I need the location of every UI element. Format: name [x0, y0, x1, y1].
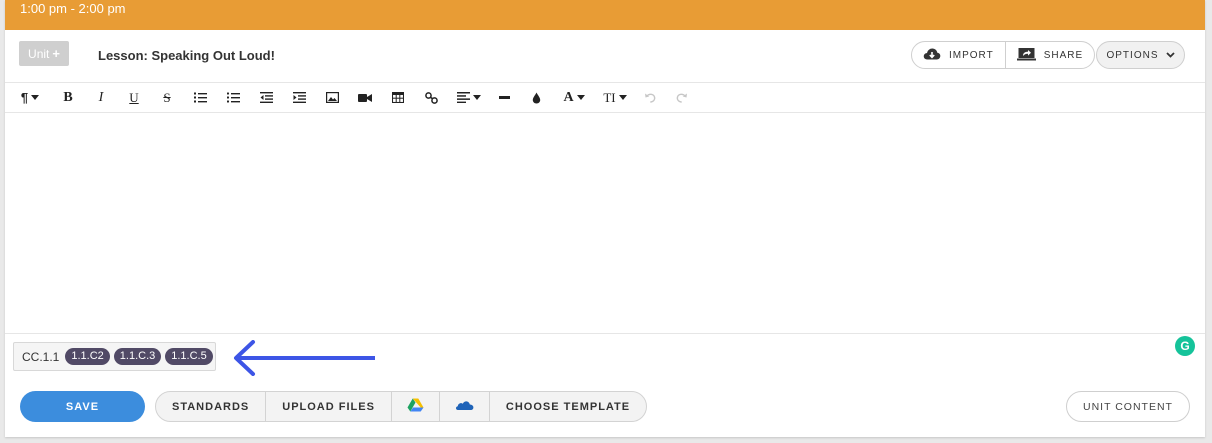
- undo-icon[interactable]: [643, 89, 657, 106]
- standard-chip[interactable]: 1.1.C.5: [165, 348, 213, 365]
- choose-template-button[interactable]: CHOOSE TEMPLATE: [488, 392, 646, 421]
- strikethrough-icon[interactable]: S: [160, 89, 174, 106]
- align-icon[interactable]: [455, 89, 483, 106]
- bold-icon[interactable]: B: [61, 89, 75, 106]
- options-label: OPTIONS: [1106, 49, 1159, 61]
- add-unit-button[interactable]: Unit +: [19, 41, 69, 66]
- editor-toolbar: ¶ B I U S A TI: [5, 83, 1205, 112]
- google-drive-button[interactable]: [390, 392, 439, 421]
- save-button[interactable]: SAVE: [20, 391, 145, 422]
- indent-icon[interactable]: [292, 89, 306, 106]
- table-icon[interactable]: [391, 89, 405, 106]
- upload-files-button[interactable]: UPLOAD FILES: [265, 392, 391, 421]
- time-bar: 1:00 pm - 2:00 pm: [5, 0, 1205, 30]
- font-size-icon[interactable]: TI: [601, 89, 629, 106]
- cloud-download-icon: [923, 47, 941, 64]
- standards-tags: CC.1.1 1.1.C2 1.1.C.3 1.1.C.5: [13, 342, 216, 371]
- lesson-card: 1:00 pm - 2:00 pm Unit + Lesson: Speakin…: [5, 0, 1205, 437]
- annotation-arrow: [234, 340, 375, 376]
- font-family-icon[interactable]: A: [561, 89, 587, 106]
- import-button[interactable]: IMPORT: [912, 42, 1005, 68]
- unit-content-button[interactable]: UNIT CONTENT: [1066, 391, 1190, 422]
- redo-icon[interactable]: [675, 89, 689, 106]
- plus-icon: +: [52, 46, 60, 61]
- import-share-group: IMPORT SHARE: [911, 41, 1096, 69]
- ordered-list-icon[interactable]: [193, 89, 207, 106]
- standard-code: CC.1.1: [22, 349, 60, 364]
- attachment-group: STANDARDS UPLOAD FILES CHOOSE TEMPLATE: [155, 391, 648, 422]
- paragraph-format-icon[interactable]: ¶: [17, 89, 43, 106]
- horizontal-rule-icon[interactable]: [497, 89, 511, 106]
- standard-chip[interactable]: 1.1.C.3: [113, 348, 162, 365]
- google-drive-icon: [407, 398, 424, 415]
- image-icon[interactable]: [325, 89, 339, 106]
- lesson-editor[interactable]: [5, 113, 1205, 333]
- standards-button[interactable]: STANDARDS: [156, 392, 265, 421]
- editor-divider: [5, 333, 1205, 334]
- share-label: SHARE: [1043, 49, 1084, 61]
- onedrive-button[interactable]: [438, 392, 489, 421]
- unordered-list-icon[interactable]: [226, 89, 240, 106]
- italic-icon[interactable]: I: [94, 89, 108, 106]
- link-icon[interactable]: [424, 89, 438, 106]
- lesson-title: Lesson: Speaking Out Loud!: [98, 48, 275, 63]
- unit-label: Unit: [28, 46, 50, 61]
- video-icon[interactable]: [358, 89, 372, 106]
- options-button[interactable]: OPTIONS: [1096, 41, 1185, 69]
- share-button[interactable]: SHARE: [1004, 42, 1094, 68]
- standard-chip[interactable]: 1.1.C2: [65, 348, 110, 365]
- color-drop-icon[interactable]: [529, 89, 543, 106]
- onedrive-icon: [455, 399, 474, 414]
- chevron-down-icon: [1165, 50, 1175, 61]
- share-screen-icon: [1016, 47, 1036, 64]
- grammarly-icon[interactable]: G: [1175, 336, 1195, 356]
- underline-icon[interactable]: U: [127, 89, 141, 106]
- import-label: IMPORT: [949, 49, 994, 61]
- outdent-icon[interactable]: [259, 89, 273, 106]
- time-range: 1:00 pm - 2:00 pm: [20, 1, 126, 16]
